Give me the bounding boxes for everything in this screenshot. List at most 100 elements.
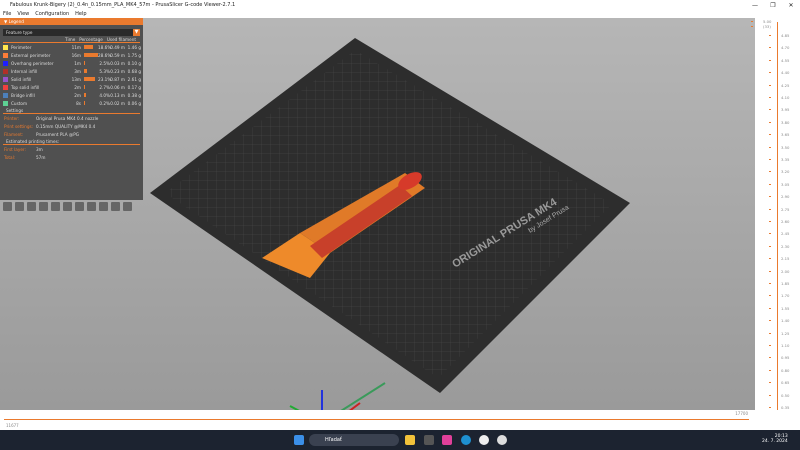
color-swatch (3, 52, 8, 58)
col-percentage: Percentage (79, 36, 103, 42)
feature-toggle-icon[interactable] (75, 202, 84, 211)
layer-tick-label: 0.50 (768, 392, 790, 398)
prusaslicer-icon[interactable] (479, 435, 489, 445)
feature-percentage: 18.6% (98, 44, 112, 50)
info-row: Filament: Prusament PLA @PG (0, 130, 143, 138)
legend-header[interactable]: ▼ Legend (0, 18, 143, 25)
feature-percentage: 23.1% (98, 76, 112, 82)
feature-toggle-icon[interactable] (111, 202, 120, 211)
layer-tick-label: 3.05 (768, 181, 790, 187)
layer-slider[interactable]: 5.00 (33) 4.85 4.70 4.55 4.40 4.25 4.10 3.95 3.… (750, 18, 800, 421)
legend-item[interactable]: Top solid infill 2m 2.7% 0.06 m 0.17 g (0, 83, 143, 91)
color-swatch (3, 68, 8, 74)
feature-percentage: 4.0% (99, 92, 110, 98)
feature-toggle-icon[interactable] (27, 202, 36, 211)
chevron-down-icon[interactable]: ▼ (133, 29, 140, 36)
menu-view[interactable]: View (14, 10, 32, 18)
edge-icon[interactable] (461, 435, 471, 445)
info-value: 0.15mm QUALITY @MK4 0.4 (36, 123, 96, 129)
feature-length: 0.49 m (110, 44, 125, 50)
feature-toggle-icon[interactable] (51, 202, 60, 211)
layer-tick-label: 1.25 (768, 330, 790, 336)
percentage-bar (84, 69, 98, 73)
settings-title: Settings (3, 107, 140, 114)
feature-percentage: 2.5% (99, 60, 110, 66)
legend-title: Legend (8, 19, 24, 24)
legend-panel: ▼ Legend Feature type ▼ Time Percentage U… (0, 18, 143, 211)
taskbar: Hľadať 20:13 24. 7. 2024 (0, 430, 800, 450)
layer-tick-label: 1.10 (768, 343, 790, 348)
feature-length: 0.06 m (110, 84, 125, 90)
file-explorer-icon[interactable] (405, 435, 415, 445)
move-slider-track[interactable] (4, 419, 749, 420)
minimize-button[interactable]: — (746, 2, 764, 9)
layer-tick-label: 3.50 (768, 144, 790, 150)
info-row: First layer: 3m (0, 145, 143, 153)
feature-toggle-icon[interactable] (63, 202, 72, 211)
feature-weight: 1.46 g (127, 44, 141, 50)
col-used-filament: Used filament (106, 36, 136, 42)
feature-percentage: 5.3% (99, 68, 110, 74)
menu-bar: File View Configuration Help (0, 10, 800, 18)
feature-time: 13m (71, 76, 81, 82)
view-type-select[interactable]: Feature type ▼ (3, 29, 140, 36)
legend-item[interactable]: Solid infill 13m 23.1% 0.87 m 2.61 g (0, 75, 143, 83)
feature-time: 11m (71, 44, 81, 50)
layer-tick-label: 2.15 (768, 256, 790, 262)
feature-length: 0.23 m (110, 68, 125, 74)
menu-help[interactable]: Help (72, 10, 89, 18)
legend-item[interactable]: Custom 8s 0.2% 0.02 m 0.06 g (0, 99, 143, 107)
layer-tick-label: 1.85 (768, 281, 790, 286)
move-slider[interactable]: 17700 11677 (0, 410, 800, 430)
layer-tick-label: 4.70 (768, 45, 790, 51)
app-icon[interactable] (424, 435, 434, 445)
legend-column-headers: Time Percentage Used filament (3, 36, 140, 43)
feature-toggle-icon[interactable] (3, 202, 12, 211)
app-icon[interactable] (442, 435, 452, 445)
feature-length: 0.02 m (110, 100, 125, 106)
feature-name: Top solid infill (11, 84, 40, 90)
clock-date: 24. 7. 2024 (762, 439, 788, 444)
feature-percentage: 2.7% (99, 84, 110, 90)
close-button[interactable]: ✕ (782, 2, 800, 9)
move-right-value: 17700 (735, 411, 748, 416)
feature-name: Internal infill (11, 68, 38, 74)
feature-name: External perimeter (11, 52, 51, 58)
layer-slider-track[interactable] (777, 22, 778, 418)
feature-toggle-icon[interactable] (87, 202, 96, 211)
menu-configuration[interactable]: Configuration (32, 10, 72, 18)
feature-toggle-icon[interactable] (39, 202, 48, 211)
start-icon[interactable] (294, 435, 304, 445)
info-key: Total: (4, 154, 16, 160)
maximize-button[interactable]: ❐ (764, 2, 782, 9)
col-time: Time (65, 36, 76, 42)
layer-tick-label: 3.35 (768, 157, 790, 162)
search-box[interactable]: Hľadať (309, 434, 399, 446)
info-value: 3m (36, 146, 43, 152)
feature-weight: 1.75 g (127, 52, 141, 58)
layer-tick-label: 2.45 (768, 231, 790, 237)
layer-tick-label: 1.70 (768, 293, 790, 299)
view-type-value: Feature type (6, 30, 33, 35)
times-title: Estimated printing times: (3, 138, 140, 145)
legend-item[interactable]: Overhang perimeter 1m 2.5% 0.03 m 0.10 g (0, 59, 143, 67)
feature-time: 1m (74, 60, 81, 66)
legend-item[interactable]: Bridge infill 2m 4.0% 0.13 m 0.38 g (0, 91, 143, 99)
info-row: Printer: Original Prusa MK4 0.4 nozzle (0, 114, 143, 122)
gcode-viewer-icon[interactable] (497, 435, 507, 445)
feature-toggle-icon[interactable] (15, 202, 24, 211)
menu-file[interactable]: File (0, 10, 14, 18)
percentage-bar (84, 45, 98, 49)
clock[interactable]: 20:13 24. 7. 2024 (762, 434, 788, 444)
legend-item[interactable]: Perimeter 11m 18.6% 0.49 m 1.46 g (0, 43, 143, 51)
percentage-bar (84, 61, 98, 65)
feature-toggle-icon[interactable] (123, 202, 132, 211)
view-toolbar (3, 202, 132, 211)
feature-toggle-icon[interactable] (99, 202, 108, 211)
info-row: Print settings: 0.15mm QUALITY @MK4 0.4 (0, 122, 143, 130)
percentage-bar (84, 93, 98, 97)
legend-item[interactable]: Internal infill 3m 5.3% 0.23 m 0.68 g (0, 67, 143, 75)
layer-tick-label: 3.80 (768, 119, 790, 125)
legend-item[interactable]: External perimeter 16m 28.6% 0.59 m 1.75… (0, 51, 143, 59)
feature-name: Perimeter (11, 44, 32, 50)
